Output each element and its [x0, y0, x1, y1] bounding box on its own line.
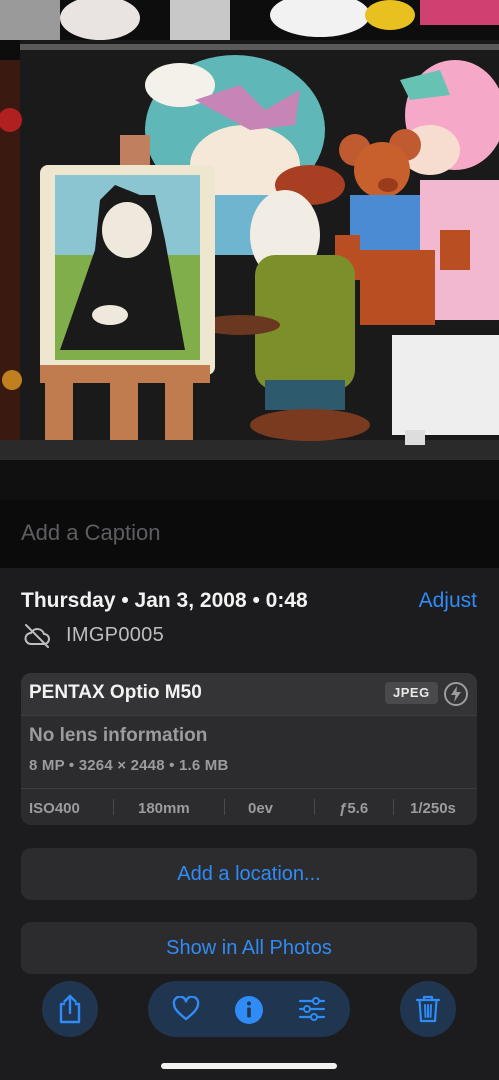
photo-illustration: [0, 0, 499, 500]
photo-actions-group: [148, 981, 350, 1037]
caption-field[interactable]: Add a Caption: [21, 520, 160, 546]
adjust-button[interactable]: Adjust: [419, 589, 477, 613]
exif-divider: [224, 799, 225, 815]
lens-info: No lens information: [29, 725, 208, 746]
exif-row: ISO400 180mm 0ev ƒ5.6 1/250s: [21, 788, 477, 825]
cloud-slash-icon: [24, 624, 50, 648]
add-location-button[interactable]: Add a location...: [21, 848, 477, 900]
file-name: IMGP0005: [66, 624, 165, 646]
trash-icon: [415, 995, 441, 1023]
show-in-all-photos-button[interactable]: Show in All Photos: [21, 922, 477, 974]
camera-card-header: PENTAX Optio M50 JPEG: [21, 673, 477, 716]
exif-shutter-speed: 1/250s: [410, 800, 456, 817]
camera-info-card: PENTAX Optio M50 JPEG No lens informatio…: [21, 673, 477, 825]
info-icon[interactable]: [234, 995, 264, 1025]
exif-divider: [314, 799, 315, 815]
flash-icon: [444, 682, 468, 706]
heart-icon[interactable]: [172, 996, 200, 1022]
sliders-icon[interactable]: [298, 996, 326, 1022]
photo-image[interactable]: [0, 0, 499, 500]
photo-datetime: Thursday • Jan 3, 2008 • 0:48: [21, 589, 308, 612]
format-badge: JPEG: [385, 682, 438, 704]
share-button[interactable]: [42, 981, 98, 1037]
image-specs: 8 MP • 3264 × 2448 • 1.6 MB: [29, 757, 229, 774]
camera-model: PENTAX Optio M50: [29, 682, 202, 703]
exif-divider: [393, 799, 394, 815]
photo-info-screen: Add a Caption Thursday • Jan 3, 2008 • 0…: [0, 0, 499, 1080]
exif-divider: [113, 799, 114, 815]
exif-aperture: ƒ5.6: [339, 800, 369, 817]
exif-exposure-value: 0ev: [248, 800, 274, 817]
delete-button[interactable]: [400, 981, 456, 1037]
exif-iso: ISO400: [29, 800, 80, 817]
exif-focal-length: 180mm: [138, 800, 190, 817]
home-indicator[interactable]: [161, 1063, 337, 1069]
share-icon: [59, 994, 81, 1024]
